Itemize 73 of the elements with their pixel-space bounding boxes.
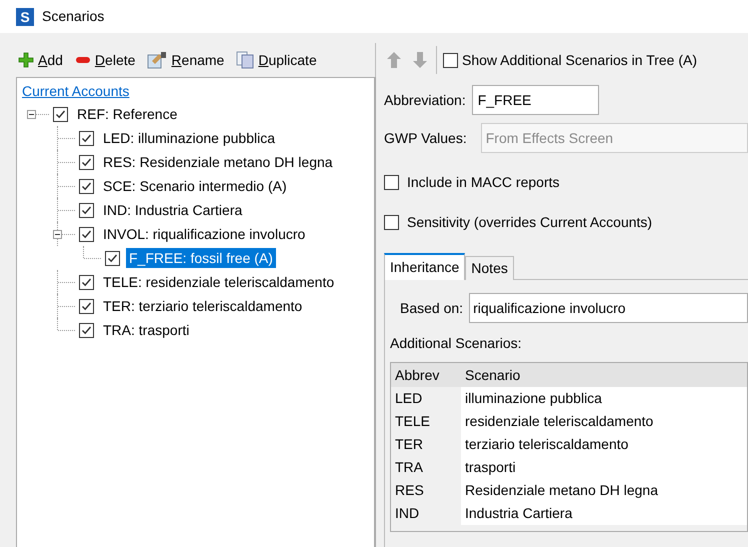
abbreviation-field[interactable]: F_FREE <box>472 85 599 115</box>
table-cell-text: IND <box>394 504 420 523</box>
checkmark-icon <box>81 204 92 216</box>
field-label: Abbreviation: <box>384 90 466 110</box>
checkmark-icon <box>81 156 92 168</box>
based-on-field[interactable]: riqualificazione involucro <box>469 293 748 323</box>
checkbox-label: Show Additional Scenarios in Tree (A) <box>462 50 698 70</box>
checkbox[interactable] <box>79 154 94 170</box>
table-cell: residenziale teleriscaldamento <box>461 410 747 433</box>
checkmark-icon <box>55 108 66 120</box>
checkbox[interactable] <box>79 178 94 194</box>
app-logo: S <box>16 8 34 26</box>
checkmark-icon <box>81 180 92 192</box>
table-cell-text: RES <box>394 481 425 500</box>
collapse-icon[interactable] <box>53 230 62 239</box>
down-arrow-icon <box>412 51 428 69</box>
tree-item[interactable]: IND: Industria Cartiera <box>100 200 246 220</box>
column-header[interactable]: Scenario <box>461 364 747 386</box>
field-label: Based on: <box>400 298 464 318</box>
checkmark-icon <box>81 228 92 240</box>
rename-icon <box>147 51 168 69</box>
collapse-icon[interactable] <box>27 110 36 119</box>
delete-button[interactable]: Delete <box>72 47 138 73</box>
table-cell: terziario teleriscaldamento <box>461 433 747 456</box>
up-arrow-icon <box>386 51 402 69</box>
table-cell-text: LED <box>394 389 424 408</box>
table-cell: trasporti <box>461 456 747 479</box>
checkmark-icon <box>81 132 92 144</box>
checkbox[interactable] <box>443 52 458 68</box>
tree-item[interactable]: F_FREE: fossil free (A) <box>126 248 276 268</box>
checkbox[interactable] <box>105 250 120 266</box>
table-cell-text: TER <box>394 435 424 454</box>
tab[interactable]: Notes <box>465 256 514 280</box>
checkbox[interactable] <box>79 274 94 290</box>
table-cell: illuminazione pubblica <box>461 387 747 410</box>
checkmark-icon <box>81 276 92 288</box>
checkbox-label: Include in MACC reports <box>407 173 560 192</box>
window-title: Scenarios <box>42 7 104 26</box>
table-cell-text: TELE <box>394 412 432 431</box>
checkbox[interactable] <box>79 202 94 218</box>
checkmark-icon <box>107 252 118 264</box>
current-accounts-link[interactable]: Current Accounts <box>22 83 130 99</box>
add-button[interactable]: Add <box>16 47 65 73</box>
tree-item[interactable]: RES: Residenziale metano DH legna <box>100 152 336 172</box>
field-label: GWP Values: <box>384 128 467 148</box>
checkbox[interactable] <box>384 175 399 190</box>
tree-item[interactable]: SCE: Scenario intermedio (A) <box>100 176 290 196</box>
checkbox[interactable] <box>79 226 94 242</box>
plus-icon <box>18 52 34 68</box>
tree-item[interactable]: REF: Reference <box>74 104 180 124</box>
checkbox[interactable] <box>79 298 94 314</box>
minus-icon <box>74 56 91 64</box>
table-cell: Industria Cartiera <box>461 502 747 525</box>
table-cell: Residenziale metano DH legna <box>461 479 747 502</box>
checkbox[interactable] <box>384 215 399 230</box>
tree-item[interactable]: INVOL: riqualificazione involucro <box>100 224 308 244</box>
section-label: Additional Scenarios: <box>390 334 523 353</box>
checkbox[interactable] <box>79 322 94 338</box>
tree-item[interactable]: LED: illuminazione pubblica <box>100 128 278 148</box>
tree-item[interactable]: TER: terziario teleriscaldamento <box>100 296 306 316</box>
checkbox[interactable] <box>79 130 94 146</box>
tree-item[interactable]: TELE: residenziale teleriscaldamento <box>100 272 338 292</box>
duplicate-button[interactable]: Duplicate <box>234 47 319 73</box>
table-cell-text: TRA <box>394 458 424 477</box>
column-header[interactable]: Abbrev <box>391 364 461 386</box>
checkmark-icon <box>81 300 92 312</box>
rename-button[interactable]: Rename <box>145 47 226 73</box>
checkmark-icon <box>81 324 92 336</box>
checkbox-label: Sensitivity (overrides Current Accounts) <box>407 213 652 232</box>
tree-item[interactable]: TRA: trasporti <box>100 320 192 340</box>
copy-icon <box>236 51 254 69</box>
tab[interactable]: Inheritance <box>384 253 466 280</box>
checkbox[interactable] <box>53 106 68 122</box>
